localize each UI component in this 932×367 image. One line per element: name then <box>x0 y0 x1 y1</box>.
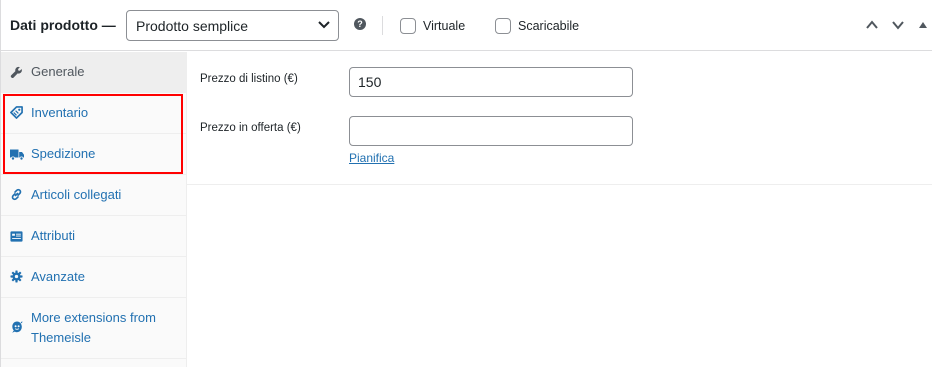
product-data-panel: Dati prodotto — Prodotto semplice ? Virt… <box>0 0 932 367</box>
truck-icon <box>10 149 24 161</box>
regular-price-input[interactable] <box>349 67 633 97</box>
general-panel: Prezzo di listino (€) Prezzo in offerta … <box>187 52 932 185</box>
tab-more-extensions[interactable]: More extensions from Themeisle <box>1 298 186 359</box>
product-data-title: Dati prodotto — <box>10 17 116 33</box>
themeisle-icon <box>12 321 23 333</box>
product-type-select[interactable]: Prodotto semplice <box>126 10 339 41</box>
move-up-icon[interactable] <box>865 18 879 32</box>
help-icon[interactable]: ? <box>354 18 366 30</box>
product-data-tabs: Generale Inventario Spedizione Articoli … <box>1 52 187 367</box>
wrench-icon <box>10 66 22 79</box>
chevron-down-icon <box>318 21 330 29</box>
tab-shipping-label: Spedizione <box>31 146 96 161</box>
list-card-icon <box>10 231 23 242</box>
tag-icon <box>10 106 23 119</box>
move-down-icon[interactable] <box>891 18 905 32</box>
tab-general-label: Generale <box>31 64 85 79</box>
header-divider <box>382 16 383 35</box>
downloadable-label: Scaricabile <box>518 19 580 33</box>
regular-price-label: Prezzo di listino (€) <box>200 73 298 85</box>
collapse-icon[interactable] <box>918 18 928 32</box>
virtual-label: Virtuale <box>423 19 466 33</box>
tab-advanced[interactable]: Avanzate <box>1 257 186 298</box>
sale-price-input[interactable] <box>349 116 633 146</box>
tab-more-extensions-label-line1: More extensions from <box>31 310 156 325</box>
tab-more-extensions-label-line2: Themeisle <box>31 330 91 345</box>
tab-general[interactable]: Generale <box>1 52 186 93</box>
schedule-sale-link[interactable]: Pianifica <box>349 151 394 165</box>
tab-attributes[interactable]: Attributi <box>1 216 186 257</box>
link-icon <box>11 188 22 201</box>
tab-shipping[interactable]: Spedizione <box>1 134 186 175</box>
downloadable-checkbox[interactable] <box>495 18 511 34</box>
product-data-header: Dati prodotto — Prodotto semplice ? Virt… <box>1 0 932 51</box>
product-type-value: Prodotto semplice <box>136 18 249 34</box>
sale-price-label: Prezzo in offerta (€) <box>200 122 301 134</box>
tab-inventory-label: Inventario <box>31 105 89 120</box>
tab-attributes-label: Attributi <box>31 228 76 243</box>
tab-inventory[interactable]: Inventario <box>1 93 186 134</box>
tab-advanced-label: Avanzate <box>31 269 85 284</box>
virtual-checkbox[interactable] <box>400 18 416 34</box>
tab-linked-products[interactable]: Articoli collegati <box>1 175 186 216</box>
tab-linked-products-label: Articoli collegati <box>31 187 122 202</box>
gear-icon <box>10 270 23 283</box>
